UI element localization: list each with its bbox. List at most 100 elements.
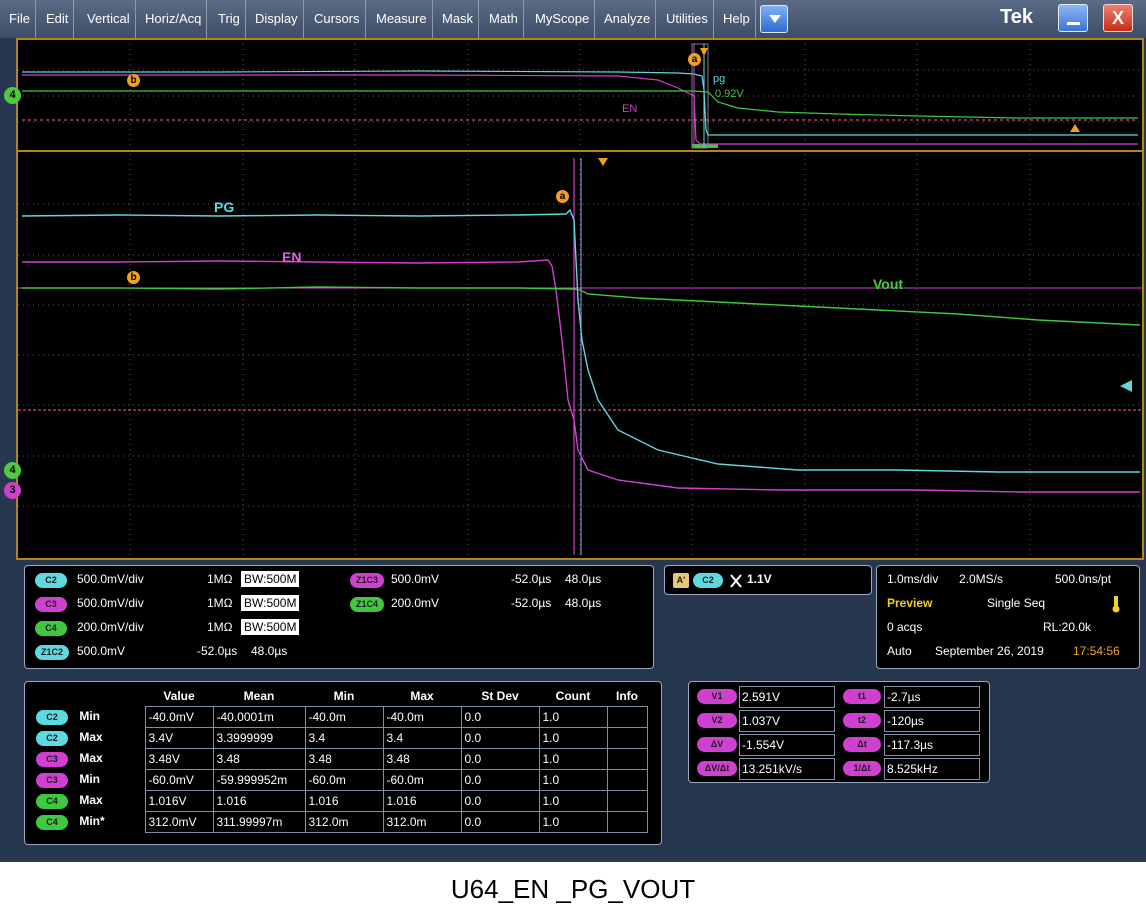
menu-display[interactable]: Display [250, 0, 304, 38]
chevron-down-icon[interactable] [760, 5, 788, 33]
cell-stdev: 0.0 [460, 789, 540, 812]
cell-max: 3.48 [382, 747, 462, 770]
cursor-v2-badge: V2 [697, 713, 737, 728]
menu-cursors[interactable]: Cursors [309, 0, 366, 38]
cell-count: 1.0 [538, 705, 608, 728]
cursor-inv-dt-value: 8.525kHz [884, 758, 980, 780]
row-channel-badge: C4 [36, 814, 68, 830]
figure-caption: U64_EN _PG_VOUT [450, 874, 696, 904]
cursor-b-badge[interactable]: b [127, 271, 140, 284]
ch4-scale[interactable]: 200.0mV/div [77, 620, 144, 634]
time-display: 17:54:56 [1073, 644, 1120, 658]
z1c3-position: -52.0µs [511, 572, 552, 586]
menu-help[interactable]: Help [718, 0, 756, 38]
menu-myscope[interactable]: MyScope [530, 0, 596, 38]
en-trace-label: EN [282, 249, 302, 265]
minimize-icon[interactable] [1058, 4, 1088, 32]
menu-horiz-acq[interactable]: Horiz/Acq [140, 0, 208, 38]
measurements-header-row: Value Mean Min Max St Dev Count Info [33, 686, 647, 706]
menu-analyze[interactable]: Analyze [599, 0, 657, 38]
table-row[interactable]: C4 Min* 312.0mV 311.99997m 312.0m 312.0m… [33, 810, 648, 833]
col-count: Count [555, 688, 591, 703]
cursor-dt-badge: Δt [843, 737, 881, 752]
cursor-t1-badge: t1 [843, 689, 881, 704]
channel-settings-panel: C2 500.0mV/div 1MΩ BW:500M C3 500.0mV/di… [24, 565, 654, 669]
ch3-badge[interactable]: C3 [35, 597, 67, 612]
cursor-t2-value: -120µs [884, 710, 980, 732]
table-row[interactable]: C2 Max 3.4V 3.3999999 3.4 3.4 0.0 1.0 [33, 726, 648, 749]
horizontal-panel[interactable]: 1.0ms/div 2.0MS/s 500.0ns/pt Preview Sin… [876, 565, 1140, 669]
z1c2-position: -52.0µs [197, 644, 238, 658]
trigger-panel[interactable]: A' C2 1.1V [664, 565, 872, 595]
col-value: Value [163, 688, 195, 703]
ch2-badge[interactable]: C2 [35, 573, 67, 588]
row-channel-badge: C2 [36, 709, 68, 725]
cell-count: 1.0 [538, 810, 608, 833]
col-mean: Mean [243, 688, 275, 703]
tek-logo: Tek [1000, 6, 1033, 28]
ch4-overview-marker[interactable]: 4 [4, 87, 21, 104]
ch3-marker[interactable]: 3 [4, 482, 21, 499]
cell-mean: -59.999952m [212, 768, 306, 791]
time-resolution: 500.0ns/pt [1055, 572, 1112, 586]
pg-trace-label: PG [214, 199, 235, 215]
menu-edit[interactable]: Edit [41, 0, 75, 38]
menu-trig[interactable]: Trig [213, 0, 246, 38]
close-icon[interactable]: X [1103, 4, 1133, 32]
sequence-mode: Single Seq [987, 596, 1046, 610]
cursor-a-badge[interactable]: a [556, 190, 569, 203]
ch4-marker[interactable]: 4 [4, 462, 21, 479]
trigger-mode: Auto [887, 644, 912, 658]
overview-cursor-b-badge[interactable]: b [127, 74, 140, 87]
ch4-bandwidth: BW:500M [241, 619, 300, 635]
z1c4-width: 48.0µs [565, 596, 602, 610]
cell-mean: 3.3999999 [212, 726, 306, 749]
cursor-t1-value: -2.7µs [884, 686, 980, 708]
overview-pg-label: pg [713, 73, 726, 85]
pg-level-marker [1120, 380, 1132, 392]
table-row[interactable]: C4 Max 1.016V 1.016 1.016 1.016 0.0 1.0 [33, 789, 648, 812]
overview-cursor-a-badge[interactable]: a [688, 53, 701, 66]
menu-mask[interactable]: Mask [437, 0, 480, 38]
menu-utilities[interactable]: Utilities [661, 0, 714, 38]
ch3-scale[interactable]: 500.0mV/div [77, 596, 144, 610]
oscilloscope-window: File Edit Vertical Horiz/Acq Trig Displa… [0, 0, 1146, 862]
row-label: Min [79, 708, 101, 723]
cell-min: 3.4 [304, 726, 384, 749]
cursor-v2-value: 1.037V [739, 710, 835, 732]
cursor-dv-value: -1.554V [739, 734, 835, 756]
menu-bar: File Edit Vertical Horiz/Acq Trig Displa… [0, 0, 1146, 38]
menu-measure[interactable]: Measure [371, 0, 433, 38]
cell-count: 1.0 [538, 747, 608, 770]
overview-trigger-marker [700, 48, 708, 56]
row-label: Max [79, 750, 103, 765]
z1c4-scale: 200.0mV [391, 596, 440, 610]
ch3-impedance: 1MΩ [207, 596, 233, 610]
cell-info [606, 726, 648, 749]
row-channel-badge: C4 [36, 793, 68, 809]
cursor-readout-panel[interactable]: V1 2.591V V2 1.037V ΔV -1.554V ΔV/Δt 13.… [688, 681, 990, 783]
cell-stdev: 0.0 [460, 705, 540, 728]
row-channel-badge: C3 [36, 772, 68, 788]
cell-value: -40.0mV [144, 705, 214, 728]
z1c3-badge[interactable]: Z1C3 [350, 573, 384, 588]
table-row[interactable]: C3 Min -60.0mV -59.999952m -60.0m -60.0m… [33, 768, 648, 791]
z1c2-badge[interactable]: Z1C2 [35, 645, 69, 660]
menu-file[interactable]: File [4, 0, 36, 38]
acq-count: 0 acqs [887, 620, 923, 634]
z1c4-badge[interactable]: Z1C4 [350, 597, 384, 612]
z1c2-scale: 500.0mV [77, 644, 126, 658]
z1c3-width: 48.0µs [565, 572, 602, 586]
waveform-display[interactable]: pg 0.92V EN b a PG EN Vout b a [16, 38, 1144, 560]
cursor-dv-badge: ΔV [697, 737, 737, 752]
cell-info [606, 810, 648, 833]
menu-math[interactable]: Math [484, 0, 524, 38]
measurements-panel[interactable]: Value Mean Min Max St Dev Count Info C2 … [24, 681, 662, 845]
table-row[interactable]: C2 Min -40.0mV -40.0001m -40.0m -40.0m 0… [33, 705, 648, 728]
ch4-badge[interactable]: C4 [35, 621, 67, 636]
menu-vertical[interactable]: Vertical [82, 0, 136, 38]
ch2-scale[interactable]: 500.0mV/div [77, 572, 144, 586]
cell-max: 1.016 [382, 789, 462, 812]
cursor-dvdt-value: 13.251kV/s [739, 758, 835, 780]
table-row[interactable]: C3 Max 3.48V 3.48 3.48 3.48 0.0 1.0 [33, 747, 648, 770]
